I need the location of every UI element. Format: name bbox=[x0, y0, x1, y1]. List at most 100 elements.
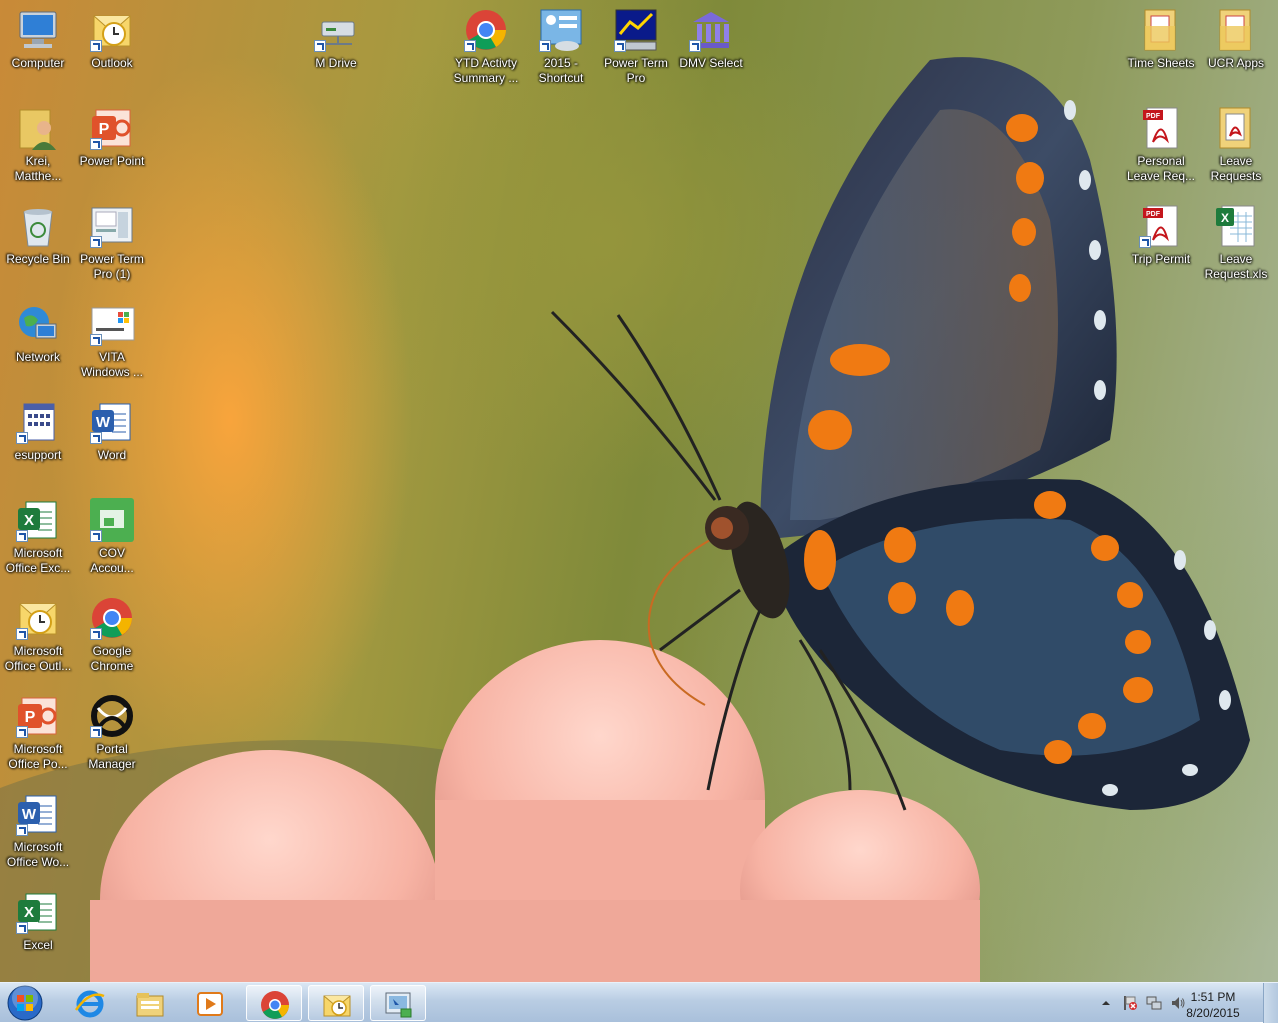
chrome-icon bbox=[88, 594, 136, 642]
power-term-icon bbox=[88, 202, 136, 250]
taskbar-internet-explorer[interactable] bbox=[62, 985, 118, 1021]
desktop-icon-ytd-activty-summary[interactable]: YTD Activty Summary ... bbox=[448, 0, 524, 86]
shortcut-arrow-icon bbox=[314, 40, 326, 52]
outlook-icon bbox=[14, 594, 62, 642]
tray-action-center[interactable] bbox=[1122, 995, 1138, 1011]
shortcut-arrow-icon bbox=[16, 726, 28, 738]
shortcut-arrow-icon bbox=[90, 726, 102, 738]
svg-text:P: P bbox=[99, 121, 110, 138]
svg-text:P: P bbox=[25, 709, 36, 726]
wallpaper-butterfly bbox=[0, 57, 1250, 982]
powerpoint-icon: P bbox=[88, 104, 136, 152]
word-icon: W bbox=[88, 398, 136, 446]
taskbar-outlook[interactable] bbox=[308, 985, 364, 1021]
desktop-icon-microsoft-office-outlook[interactable]: Microsoft Office Outl... bbox=[0, 588, 76, 674]
shortcut-arrow-icon bbox=[689, 40, 701, 52]
desktop-icon-network[interactable]: Network bbox=[0, 294, 76, 365]
desktop-icon-microsoft-office-word[interactable]: W Microsoft Office Wo... bbox=[0, 784, 76, 870]
media-player-icon bbox=[197, 992, 223, 1016]
shortcut-arrow-icon bbox=[90, 530, 102, 542]
shortcut-arrow-icon bbox=[16, 628, 28, 640]
taskbar-media-player[interactable] bbox=[182, 985, 238, 1021]
taskbar-chrome[interactable] bbox=[246, 985, 302, 1021]
network-status-icon bbox=[1146, 996, 1162, 1010]
show-hidden-icons-button[interactable] bbox=[1098, 995, 1114, 1011]
desktop-icon-leave-request-xls[interactable]: X Leave Request.xls bbox=[1198, 196, 1274, 282]
windows7-icon bbox=[88, 300, 136, 348]
desktop[interactable]: Computer Outlook Krei, Matthe... P Power… bbox=[0, 0, 1278, 982]
shortcut-arrow-icon bbox=[90, 628, 102, 640]
excel-file-icon: X bbox=[1212, 202, 1260, 250]
outlook-icon bbox=[323, 995, 351, 1017]
pdf-folder-icon bbox=[1212, 104, 1260, 152]
svg-text:X: X bbox=[24, 904, 34, 921]
desktop-icon-word[interactable]: W Word bbox=[74, 392, 150, 463]
svg-text:X: X bbox=[1221, 211, 1229, 225]
taskbar-remote-app[interactable] bbox=[370, 985, 426, 1021]
desktop-icon-microsoft-office-excel[interactable]: X Microsoft Office Exc... bbox=[0, 490, 76, 576]
desktop-icon-trip-permit[interactable]: PDF Trip Permit bbox=[1123, 196, 1199, 267]
shortcut-arrow-icon bbox=[16, 922, 28, 934]
desktop-icon-portal-manager[interactable]: Portal Manager bbox=[74, 686, 150, 772]
desktop-icon-2015-shortcut[interactable]: 2015 - Shortcut bbox=[523, 0, 599, 86]
desktop-icon-computer[interactable]: Computer bbox=[0, 0, 76, 71]
shortcut-arrow-icon bbox=[614, 40, 626, 52]
desktop-icon-time-sheets[interactable]: Time Sheets bbox=[1123, 0, 1199, 71]
shortcut-arrow-icon bbox=[90, 138, 102, 150]
flag-error-icon bbox=[1124, 996, 1137, 1010]
desktop-icon-dmv-select[interactable]: DMV Select bbox=[673, 0, 749, 71]
powerpoint-icon: P bbox=[14, 692, 62, 740]
desktop-icon-cov-account[interactable]: COV Accou... bbox=[74, 490, 150, 576]
show-desktop-button[interactable] bbox=[1263, 983, 1278, 1023]
svg-text:PDF: PDF bbox=[1146, 211, 1161, 218]
chevron-up-icon bbox=[1102, 1001, 1110, 1005]
clock-date: 8/20/2015 bbox=[1186, 1006, 1240, 1020]
desktop-icon-ucr-apps[interactable]: UCR Apps bbox=[1198, 0, 1274, 71]
cov-account-icon bbox=[88, 496, 136, 544]
portal-manager-icon bbox=[88, 692, 136, 740]
desktop-icon-google-chrome[interactable]: Google Chrome bbox=[74, 588, 150, 674]
start-button[interactable] bbox=[6, 984, 44, 1022]
desktop-icon-powerpoint[interactable]: P Power Point bbox=[74, 98, 150, 169]
desktop-icon-leave-requests[interactable]: Leave Requests bbox=[1198, 98, 1274, 184]
desktop-icon-user-folder[interactable]: Krei, Matthe... bbox=[0, 98, 76, 184]
desktop-icon-esupport[interactable]: esupport bbox=[0, 392, 76, 463]
chrome-icon bbox=[462, 6, 510, 54]
desktop-icon-excel[interactable]: X Excel bbox=[0, 882, 76, 953]
user-folder-icon bbox=[14, 104, 62, 152]
windows-logo-icon bbox=[7, 985, 43, 1021]
shortcut-arrow-icon bbox=[90, 236, 102, 248]
dmv-select-icon bbox=[687, 6, 735, 54]
computer-icon bbox=[14, 6, 62, 54]
desktop-icon-microsoft-office-powerpoint[interactable]: P Microsoft Office Po... bbox=[0, 686, 76, 772]
shortcut-arrow-icon bbox=[16, 432, 28, 444]
network-drive-icon bbox=[312, 6, 360, 54]
excel-icon: X bbox=[14, 888, 62, 936]
ie-icon bbox=[74, 990, 105, 1018]
shortcut-arrow-icon bbox=[16, 824, 28, 836]
network-icon bbox=[14, 300, 62, 348]
tray-network[interactable] bbox=[1146, 995, 1162, 1011]
desktop-icon-personal-leave-request[interactable]: PDF Personal Leave Req... bbox=[1123, 98, 1199, 184]
taskbar: 1:51 PM 8/20/2015 bbox=[0, 982, 1278, 1023]
svg-text:W: W bbox=[22, 806, 37, 823]
shortcut-arrow-icon bbox=[1139, 236, 1151, 248]
desktop-icon-outlook[interactable]: Outlook bbox=[74, 0, 150, 71]
recycle-bin-icon bbox=[14, 202, 62, 250]
desktop-icon-m-drive[interactable]: M Drive bbox=[298, 0, 374, 71]
svg-text:PDF: PDF bbox=[1146, 113, 1161, 120]
shortcut-arrow-icon bbox=[464, 40, 476, 52]
pdf-icon: PDF bbox=[1137, 202, 1185, 250]
svg-text:X: X bbox=[24, 512, 34, 529]
svg-text:W: W bbox=[96, 414, 111, 431]
taskbar-windows-explorer[interactable] bbox=[122, 985, 178, 1021]
chrome-icon bbox=[261, 991, 289, 1019]
desktop-icon-recycle-bin[interactable]: Recycle Bin bbox=[0, 196, 76, 267]
desktop-icon-vita-windows[interactable]: VITA Windows ... bbox=[74, 294, 150, 380]
folder-icon bbox=[1212, 6, 1260, 54]
desktop-icon-power-term-pro[interactable]: Power Term Pro bbox=[598, 0, 674, 86]
clock[interactable]: 1:51 PM 8/20/2015 bbox=[1178, 989, 1248, 1021]
shortcut-arrow-icon bbox=[539, 40, 551, 52]
desktop-icon-power-term-pro-1[interactable]: Power Term Pro (1) bbox=[74, 196, 150, 282]
folder-icon bbox=[1137, 6, 1185, 54]
